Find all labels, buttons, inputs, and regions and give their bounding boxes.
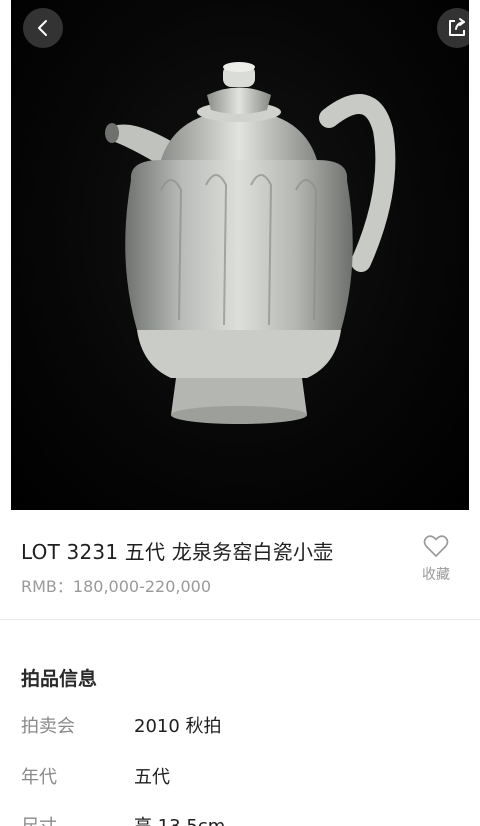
heart-icon [423, 535, 449, 557]
info-row-size: 尺寸 高 13.5cm [0, 812, 480, 826]
info-value: 五代 [134, 767, 170, 788]
back-button[interactable] [23, 8, 63, 48]
lot-estimate-price: RMB：180,000-220,000 [21, 577, 212, 596]
lot-info-heading: 拍品信息 [21, 668, 98, 690]
share-button[interactable] [437, 8, 469, 48]
info-label: 年代 [21, 767, 57, 788]
info-row-auction: 拍卖会 2010 秋拍 [0, 712, 480, 742]
section-divider [0, 619, 480, 620]
teapot-photo [105, 62, 396, 424]
chevron-left-icon [38, 20, 47, 36]
info-label: 尺寸 [21, 812, 57, 826]
favorite-label: 收藏 [422, 567, 450, 583]
favorite-button[interactable]: 收藏 [414, 534, 458, 584]
lot-image[interactable] [11, 0, 469, 510]
info-label: 拍卖会 [21, 716, 75, 737]
lot-title: LOT 3231 五代 龙泉务窑白瓷小壶 [21, 540, 334, 564]
info-value: 2010 秋拍 [134, 716, 222, 737]
info-value: 高 13.5cm [134, 812, 225, 826]
share-icon [449, 18, 465, 36]
info-row-era: 年代 五代 [0, 763, 480, 793]
lot-summary: LOT 3231 五代 龙泉务窑白瓷小壶 RMB：180,000-220,000… [0, 510, 480, 620]
